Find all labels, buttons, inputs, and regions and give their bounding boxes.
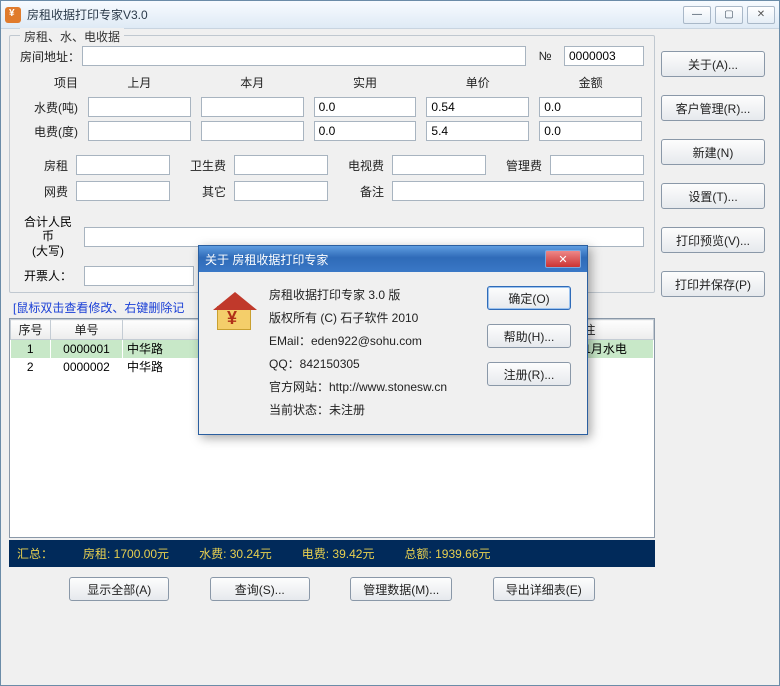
hdr-last: 上月 bbox=[88, 74, 191, 91]
help-button[interactable]: 帮助(H)... bbox=[487, 324, 571, 348]
remark-combo[interactable] bbox=[392, 181, 644, 201]
bottom-buttons: 显示全部(A) 查询(S)... 管理数据(M)... 导出详细表(E) bbox=[9, 567, 655, 605]
net-label: 网费 bbox=[20, 183, 68, 200]
elec-amount[interactable] bbox=[539, 121, 642, 141]
window-title: 房租收据打印专家V3.0 bbox=[27, 6, 683, 23]
mgmt-label: 管理费 bbox=[494, 157, 542, 174]
manage-data-button[interactable]: 管理数据(M)... bbox=[350, 577, 452, 601]
group-legend: 房租、水、电收据 bbox=[20, 28, 124, 45]
rent-field[interactable] bbox=[76, 155, 170, 175]
about-info: 房租收据打印专家 3.0 版 版权所有 (C) 石子软件 2010 EMail：… bbox=[269, 286, 475, 418]
dialog-close-button[interactable]: ✕ bbox=[545, 250, 581, 268]
show-all-button[interactable]: 显示全部(A) bbox=[69, 577, 169, 601]
tv-label: 电视费 bbox=[336, 157, 384, 174]
about-icon: ¥ bbox=[213, 292, 257, 336]
dialog-buttons: 确定(O) 帮助(H)... 注册(R)... bbox=[487, 286, 573, 418]
other-label: 其它 bbox=[178, 183, 226, 200]
water-used[interactable] bbox=[314, 97, 417, 117]
register-button[interactable]: 注册(R)... bbox=[487, 362, 571, 386]
clean-field[interactable] bbox=[234, 155, 328, 175]
hdr-price: 单价 bbox=[426, 74, 529, 91]
close-button[interactable]: ✕ bbox=[747, 6, 775, 24]
hdr-used: 实用 bbox=[314, 74, 417, 91]
about-line: 官方网站：http://www.stonesw.cn bbox=[269, 378, 475, 395]
about-button[interactable]: 关于(A)... bbox=[661, 51, 765, 77]
remark-label: 备注 bbox=[336, 183, 384, 200]
about-line: QQ：842150305 bbox=[269, 355, 475, 372]
about-line: 房租收据打印专家 3.0 版 bbox=[269, 286, 475, 303]
ok-button[interactable]: 确定(O) bbox=[487, 286, 571, 310]
sum-field[interactable] bbox=[84, 227, 644, 247]
water-amount[interactable] bbox=[539, 97, 642, 117]
print-save-button[interactable]: 打印并保存(P) bbox=[661, 271, 765, 297]
elec-used[interactable] bbox=[314, 121, 417, 141]
hdr-amount: 金额 bbox=[539, 74, 642, 91]
about-line: EMail：eden922@sohu.com bbox=[269, 332, 475, 349]
hdr-item: 项目 bbox=[22, 74, 78, 91]
side-buttons: 关于(A)... 客户管理(R)... 新建(N) 设置(T)... 打印预览(… bbox=[661, 35, 771, 677]
query-button[interactable]: 查询(S)... bbox=[210, 577, 310, 601]
elec-price[interactable] bbox=[426, 121, 529, 141]
water-last[interactable] bbox=[88, 97, 191, 117]
new-button[interactable]: 新建(N) bbox=[661, 139, 765, 165]
customers-button[interactable]: 客户管理(R)... bbox=[661, 95, 765, 121]
hdr-this: 本月 bbox=[201, 74, 304, 91]
tv-field[interactable] bbox=[392, 155, 486, 175]
titlebar: 房租收据打印专家V3.0 — ▢ ✕ bbox=[1, 1, 779, 29]
about-line: 版权所有 (C) 石子软件 2010 bbox=[269, 309, 475, 326]
clean-label: 卫生费 bbox=[178, 157, 226, 174]
elec-last[interactable] bbox=[88, 121, 191, 141]
water-label: 水费(吨) bbox=[22, 99, 78, 116]
about-dialog: 关于 房租收据打印专家 ✕ ¥ 房租收据打印专家 3.0 版 版权所有 (C) … bbox=[198, 245, 588, 435]
rent-label: 房租 bbox=[20, 157, 68, 174]
summary-bar: 汇总： 房租: 1700.00元 水费: 30.24元 电费: 39.42元 总… bbox=[9, 540, 655, 567]
addr-combo[interactable] bbox=[82, 46, 526, 66]
no-field[interactable] bbox=[564, 46, 644, 66]
mgmt-field[interactable] bbox=[550, 155, 644, 175]
export-button[interactable]: 导出详细表(E) bbox=[493, 577, 595, 601]
addr-label: 房间地址： bbox=[20, 48, 76, 65]
sum-label: 合计人民币(大写) bbox=[20, 215, 76, 258]
th-no[interactable]: 序号 bbox=[11, 320, 51, 340]
net-field[interactable] bbox=[76, 181, 170, 201]
maximize-button[interactable]: ▢ bbox=[715, 6, 743, 24]
no-label: № bbox=[532, 49, 558, 63]
about-line: 当前状态：未注册 bbox=[269, 401, 475, 418]
elec-label: 电费(度) bbox=[22, 123, 78, 140]
dialog-titlebar: 关于 房租收据打印专家 ✕ bbox=[199, 246, 587, 272]
settings-button[interactable]: 设置(T)... bbox=[661, 183, 765, 209]
dialog-title: 关于 房租收据打印专家 bbox=[205, 251, 545, 268]
other-field[interactable] bbox=[234, 181, 328, 201]
water-this[interactable] bbox=[201, 97, 304, 117]
drawer-combo[interactable] bbox=[84, 266, 194, 286]
minimize-button[interactable]: — bbox=[683, 6, 711, 24]
drawer-label: 开票人： bbox=[20, 269, 76, 283]
app-icon bbox=[5, 7, 21, 23]
th-bill[interactable]: 单号 bbox=[51, 320, 123, 340]
water-price[interactable] bbox=[426, 97, 529, 117]
window-buttons: — ▢ ✕ bbox=[683, 6, 775, 24]
elec-this[interactable] bbox=[201, 121, 304, 141]
preview-button[interactable]: 打印预览(V)... bbox=[661, 227, 765, 253]
